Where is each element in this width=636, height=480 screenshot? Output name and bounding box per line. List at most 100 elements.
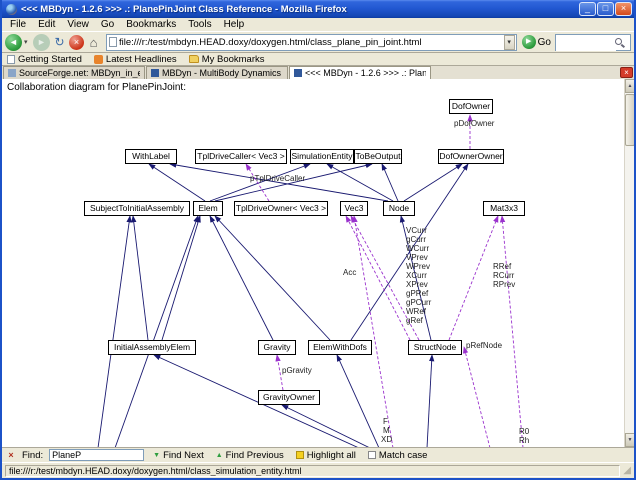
tab-planepinjoint-active[interactable]: <<< MBDyn - 1.2.6 >>> .: PlanePinJ...: [289, 66, 431, 79]
highlight-all-button[interactable]: Highlight all: [293, 449, 359, 462]
resize-grip[interactable]: ◢: [623, 465, 631, 476]
find-input[interactable]: [49, 449, 145, 461]
back-history-dropdown-icon[interactable]: ▾: [24, 38, 31, 46]
bookmark-label: Getting Started: [18, 53, 82, 65]
search-box: [555, 33, 631, 51]
bookmark-label: My Bookmarks: [201, 53, 265, 65]
diagram-edge-label: pTplDriveCaller: [250, 174, 306, 183]
forward-button[interactable]: ►: [33, 33, 50, 51]
address-input[interactable]: [117, 35, 504, 49]
diagram-edge: [381, 163, 399, 202]
diagram-edge: [161, 215, 201, 341]
diagram-edge-label: pGravity: [282, 366, 312, 375]
diagram-edge-label: RRef: [493, 262, 512, 271]
menu-bookmarks[interactable]: Bookmarks: [120, 18, 182, 31]
vertical-scrollbar[interactable]: ▲ ▼: [624, 79, 634, 447]
diagram-node-structnode[interactable]: StructNode: [408, 340, 462, 355]
diagram-edge-label: gPCurr: [406, 298, 432, 307]
diagram-edge-label: R0: [519, 427, 530, 436]
diagram-edge-label: RPrev: [493, 280, 516, 289]
diagram-edge: [209, 215, 274, 341]
diagram-node-gravityowner[interactable]: GravityOwner: [258, 390, 320, 405]
diagram-edge: [281, 404, 369, 447]
home-icon[interactable]: ⌂: [86, 35, 101, 50]
stop-icon[interactable]: ×: [69, 34, 84, 50]
find-previous-label: Find Previous: [225, 449, 284, 461]
diagram-node-elem[interactable]: Elem: [193, 201, 223, 216]
bookmark-label: Latest Headlines: [105, 53, 177, 65]
diagram-edge: [131, 215, 149, 341]
find-next-icon: ▼: [153, 451, 161, 459]
bookmark-my-bookmarks[interactable]: My Bookmarks: [188, 53, 265, 65]
find-previous-icon: ▲: [215, 451, 223, 459]
tab-label: SourceForge.net: MBDyn_in_eclipse: [19, 68, 140, 78]
menu-edit[interactable]: Edit: [32, 18, 61, 31]
diagram-node-tobeoutput[interactable]: ToBeOutput: [354, 149, 402, 164]
diagram-edge: [403, 163, 463, 202]
minimize-button[interactable]: _: [579, 2, 596, 16]
diagram-edge: [97, 215, 132, 447]
find-next-label: Find Next: [163, 449, 204, 461]
diagram-node-node[interactable]: Node: [383, 201, 415, 216]
address-dropdown-icon[interactable]: ▾: [503, 34, 515, 50]
scrollbar-thumb[interactable]: [625, 94, 634, 146]
diagram-node-dofowner[interactable]: DofOwner: [449, 99, 493, 114]
page-icon: [109, 37, 117, 47]
go-arrow-icon: ▶: [521, 35, 536, 49]
diagram-edge: [345, 215, 411, 341]
tab-sourceforge[interactable]: SourceForge.net: MBDyn_in_eclipse: [3, 66, 145, 79]
scroll-down-icon[interactable]: ▼: [625, 433, 634, 447]
diagram-node-gravity[interactable]: Gravity: [258, 340, 296, 355]
scroll-up-icon[interactable]: ▲: [625, 79, 634, 93]
menu-view[interactable]: View: [61, 18, 95, 31]
menu-go[interactable]: Go: [95, 18, 120, 31]
tab-favicon: [8, 69, 16, 77]
diagram-node-simulationentity[interactable]: SimulationEntity: [290, 149, 354, 164]
search-input[interactable]: [556, 38, 616, 51]
diagram-edge: [153, 354, 358, 447]
match-case-option[interactable]: Match case: [365, 449, 431, 462]
navigation-toolbar: ◄ ▾ ► ↻ × ⌂ ▾ ▶ Go: [2, 32, 634, 53]
diagram-node-mat3x3[interactable]: Mat3x3: [483, 201, 525, 216]
bookmark-getting-started[interactable]: Getting Started: [7, 54, 82, 65]
back-button[interactable]: ◄: [5, 33, 22, 51]
diagram-node-tpldriveowner-vec3[interactable]: TplDriveOwner< Vec3 >: [234, 201, 328, 216]
diagram-edge-label: XCurr: [406, 271, 427, 280]
diagram-node-tpldrivecaller-vec3[interactable]: TplDriveCaller< Vec3 >: [195, 149, 287, 164]
diagram-node-vec3[interactable]: Vec3: [340, 201, 368, 216]
find-label: Find:: [22, 449, 44, 461]
find-previous-button[interactable]: ▲ Find Previous: [213, 449, 287, 462]
diagram-edge-label: pDofOwner: [454, 119, 495, 128]
find-close-icon[interactable]: ×: [6, 450, 16, 460]
diagram-edge-label: F: [383, 417, 388, 426]
diagram-node-withlabel[interactable]: WithLabel: [125, 149, 177, 164]
menu-file[interactable]: File: [4, 18, 32, 31]
diagram-node-subjecttoinitialassembly[interactable]: SubjectToInitialAssembly: [84, 201, 190, 216]
go-button[interactable]: ▶ Go: [521, 35, 553, 49]
collaboration-diagram: DofOwner WithLabel TplDriveCaller< Vec3 > S…: [2, 79, 624, 447]
tab-mbdyn-home[interactable]: MBDyn - MultiBody Dynamics: [146, 66, 288, 79]
menu-tools[interactable]: Tools: [182, 18, 217, 31]
highlighter-icon: [295, 451, 304, 459]
find-next-button[interactable]: ▼ Find Next: [150, 449, 207, 462]
search-icon[interactable]: [615, 37, 622, 45]
firefox-window: <<< MBDyn - 1.2.6 >>> .: PlanePinJoint C…: [0, 0, 636, 480]
bookmark-latest-headlines[interactable]: Latest Headlines: [93, 53, 177, 65]
folder-icon: [188, 55, 199, 63]
address-bar: ▾: [106, 33, 517, 51]
title-bar[interactable]: <<< MBDyn - 1.2.6 >>> .: PlanePinJoint C…: [2, 0, 634, 18]
diagram-node-initialassemblyelem[interactable]: InitialAssemblyElem: [108, 340, 196, 355]
close-button[interactable]: ×: [615, 2, 632, 16]
tab-label: <<< MBDyn - 1.2.6 >>> .: PlanePinJ...: [305, 68, 426, 78]
match-case-checkbox[interactable]: [367, 451, 376, 459]
diagram-edge: [114, 215, 199, 447]
menu-help[interactable]: Help: [218, 18, 251, 31]
diagram-node-dofownerowner[interactable]: DofOwnerOwner: [438, 149, 504, 164]
diagram-edge: [148, 163, 206, 202]
reload-icon[interactable]: ↻: [52, 35, 67, 49]
diagram-edge-label: Rh: [519, 436, 530, 445]
diagram-node-elemwithdofs[interactable]: ElemWithDofs: [308, 340, 372, 355]
maximize-button[interactable]: □: [597, 2, 614, 16]
diagram-edge-label: WCurr: [406, 244, 430, 253]
close-tab-button[interactable]: ×: [620, 67, 633, 78]
